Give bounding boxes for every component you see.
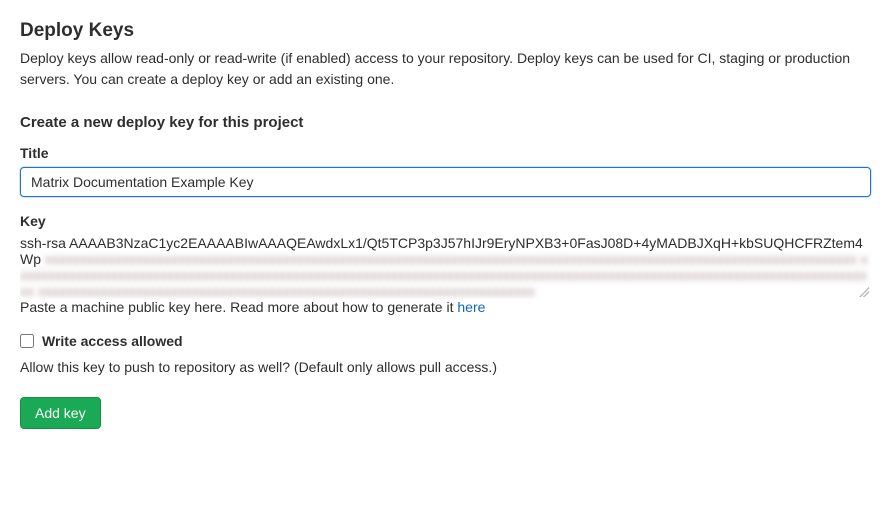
write-access-description: Allow this key to push to repository as … (20, 359, 871, 375)
write-access-label[interactable]: Write access allowed (42, 333, 183, 349)
title-input[interactable] (20, 167, 871, 197)
title-label: Title (20, 145, 871, 161)
page-description: Deploy keys allow read-only or read-writ… (20, 48, 871, 90)
key-input[interactable]: ssh-rsa AAAAB3NzaC1yc2EAAAABIwAAAQEAwdxL… (20, 235, 871, 299)
generate-help-link[interactable]: here (457, 299, 485, 315)
page-title: Deploy Keys (20, 20, 871, 42)
write-access-checkbox[interactable] (20, 334, 34, 348)
add-key-button[interactable]: Add key (20, 397, 101, 429)
key-helper-text: Paste a machine public key here. Read mo… (20, 299, 871, 315)
textarea-resize-handle[interactable] (859, 287, 869, 297)
key-label: Key (20, 213, 871, 229)
section-title: Create a new deploy key for this project (20, 114, 871, 131)
